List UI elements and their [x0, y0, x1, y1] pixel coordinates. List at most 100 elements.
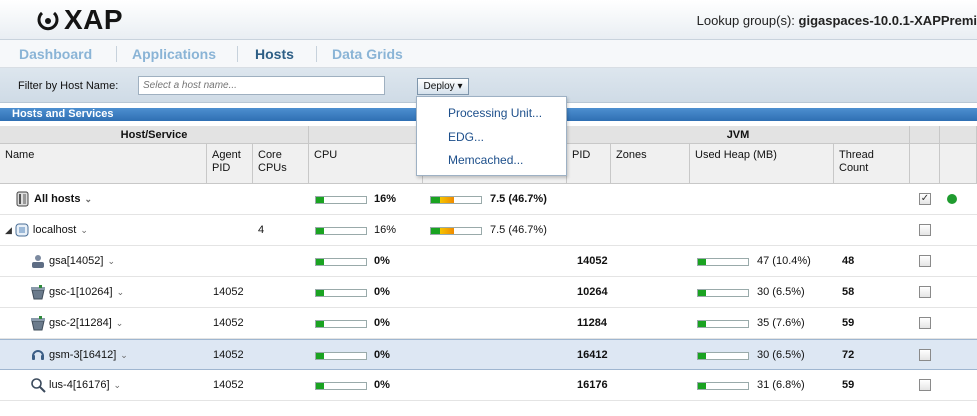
column-header-pid[interactable]: PID [567, 144, 611, 184]
column-header-name[interactable]: Name [0, 144, 207, 184]
cpu-usage-bar [315, 382, 367, 390]
host-service-name-cell[interactable]: gsc-2[11284] ⌄ [30, 308, 123, 338]
gsm-icon [30, 340, 46, 370]
host-icon [14, 215, 30, 245]
memory-usage-bar-fill [431, 197, 454, 203]
column-header-cpu[interactable]: CPU [309, 144, 423, 184]
cpu-usage-bar [315, 258, 367, 266]
cpu-usage-bar-fill [316, 321, 324, 327]
table-row[interactable]: gsc-1[10264] ⌄ 14052 0% 10264 30 (6.5%) 58 [0, 277, 977, 308]
column-header-used-heap[interactable]: Used Heap (MB) [690, 144, 834, 184]
table-row[interactable]: gsm-3[16412] ⌄ 14052 0% 16412 30 (6.5%) 72 [0, 339, 977, 370]
row-menu-chevron-icon[interactable]: ⌄ [116, 308, 124, 338]
tab-hosts[interactable]: Hosts [255, 46, 294, 62]
lookup-value: gigaspaces-10.0.1-XAPPremi [798, 13, 977, 28]
row-select-checkbox[interactable] [919, 349, 931, 361]
table-row[interactable]: gsc-2[11284] ⌄ 14052 0% 11284 35 (7.6%) 59 [0, 308, 977, 339]
host-service-name-cell[interactable]: All hosts ⌄ [15, 184, 92, 214]
row-menu-chevron-icon[interactable]: ⌄ [84, 184, 92, 214]
cpu-usage-bar-fill [316, 228, 324, 234]
row-select-checkbox[interactable]: ✓ [919, 193, 931, 205]
memory-usage-cell: 7.5 (46.7%) [490, 224, 547, 236]
column-header-agent-pid[interactable]: Agent PID [207, 144, 253, 184]
cpu-usage-bar [315, 289, 367, 297]
column-header-thread-count[interactable]: Thread Count [834, 144, 910, 184]
thread-count-cell: 59 [842, 317, 855, 329]
host-service-name-cell[interactable]: lus-4[16176] ⌄ [30, 370, 121, 400]
cpu-usage-bar-fill [316, 290, 324, 296]
heap-usage-bar [697, 258, 749, 266]
cpu-usage-bar [315, 196, 367, 204]
host-service-name-cell[interactable]: ◢ localhost ⌄ [5, 215, 88, 245]
row-select-checkbox[interactable] [919, 286, 931, 298]
row-menu-chevron-icon[interactable]: ⌄ [107, 246, 115, 276]
gsa-icon [30, 246, 46, 276]
agent-pid-cell: 14052 [213, 317, 244, 329]
row-select-checkbox[interactable] [919, 224, 931, 236]
memory-usage-bar-fill [431, 228, 454, 234]
row-select-checkbox[interactable] [919, 379, 931, 391]
row-menu-chevron-icon[interactable]: ⌄ [114, 370, 122, 400]
group-header-blank [910, 126, 940, 144]
app-name: XAP [64, 4, 124, 35]
row-menu-chevron-icon[interactable]: ⌄ [117, 277, 125, 307]
pid-cell: 14052 [577, 255, 608, 267]
table-row[interactable]: All hosts ⌄ 16% 7.5 (46.7%) ✓ [0, 184, 977, 215]
host-service-name: gsc-1[10264] [49, 286, 113, 298]
heap-usage-bar [697, 352, 749, 360]
host-service-name-cell[interactable]: gsc-1[10264] ⌄ [30, 277, 124, 307]
cpu-percent-cell: 0% [374, 349, 390, 361]
tab-dashboard[interactable]: Dashboard [19, 46, 92, 62]
tab-separator [116, 46, 117, 62]
pid-cell: 10264 [577, 286, 608, 298]
memory-usage-cell: 7.5 (46.7%) [490, 193, 547, 205]
host-service-name: gsa[14052] [49, 255, 104, 267]
cpu-percent-cell: 0% [374, 317, 390, 329]
deploy-memcached-item[interactable]: Memcached... [448, 153, 523, 167]
cpu-usage-bar-fill [316, 353, 324, 359]
lus-icon [30, 370, 46, 400]
used-heap-cell: 30 (6.5%) [757, 349, 805, 361]
deploy-edg-item[interactable]: EDG... [448, 130, 484, 144]
tab-data-grids[interactable]: Data Grids [332, 46, 403, 62]
lookup-label: Lookup group(s): [696, 13, 795, 28]
main-tabs: Dashboard Applications Hosts Data Grids [0, 40, 977, 68]
cpu-usage-bar-fill [316, 259, 324, 265]
heap-usage-bar [697, 320, 749, 328]
group-header-host-service: Host/Service [0, 126, 309, 144]
host-service-name: lus-4[16176] [49, 379, 110, 391]
cpu-usage-bar [315, 352, 367, 360]
used-heap-cell: 47 (10.4%) [757, 255, 811, 267]
column-header-core-cpus[interactable]: Core CPUs [253, 144, 309, 184]
cpu-usage-bar [315, 227, 367, 235]
deploy-button[interactable]: Deploy ▾ [417, 78, 469, 95]
table-row[interactable]: ◢ localhost ⌄ 4 16% 7.5 (46.7%) [0, 215, 977, 246]
cpu-percent-cell: 0% [374, 286, 390, 298]
heap-usage-bar [697, 289, 749, 297]
host-service-name: gsm-3[16412] [49, 349, 117, 361]
deploy-processing-unit-item[interactable]: Processing Unit... [448, 106, 542, 120]
row-select-checkbox[interactable] [919, 317, 931, 329]
used-heap-cell: 30 (6.5%) [757, 286, 805, 298]
heap-usage-bar-fill [698, 353, 706, 359]
row-menu-chevron-icon[interactable]: ⌄ [120, 340, 128, 370]
app-logo: XAP [35, 4, 124, 35]
column-header-zones[interactable]: Zones [611, 144, 690, 184]
table-row[interactable]: lus-4[16176] ⌄ 14052 0% 16176 31 (6.8%) 59 [0, 370, 977, 401]
heap-usage-bar-fill [698, 259, 706, 265]
tab-applications[interactable]: Applications [132, 46, 216, 62]
expand-toggle-icon[interactable]: ◢ [5, 215, 12, 245]
host-name-filter-input[interactable] [138, 76, 385, 95]
row-select-checkbox[interactable] [919, 255, 931, 267]
heap-usage-bar-fill [698, 321, 706, 327]
used-heap-cell: 31 (6.8%) [757, 379, 805, 391]
column-header-status [940, 144, 977, 184]
host-service-name-cell[interactable]: gsm-3[16412] ⌄ [30, 340, 128, 370]
thread-count-cell: 48 [842, 255, 855, 267]
host-service-name-cell[interactable]: gsa[14052] ⌄ [30, 246, 115, 276]
column-header-select [910, 144, 940, 184]
table-row[interactable]: gsa[14052] ⌄ 0% 14052 47 (10.4%) 48 [0, 246, 977, 277]
heap-usage-bar-fill [698, 383, 706, 389]
cpu-usage-bar-fill [316, 383, 324, 389]
row-menu-chevron-icon[interactable]: ⌄ [80, 215, 88, 245]
